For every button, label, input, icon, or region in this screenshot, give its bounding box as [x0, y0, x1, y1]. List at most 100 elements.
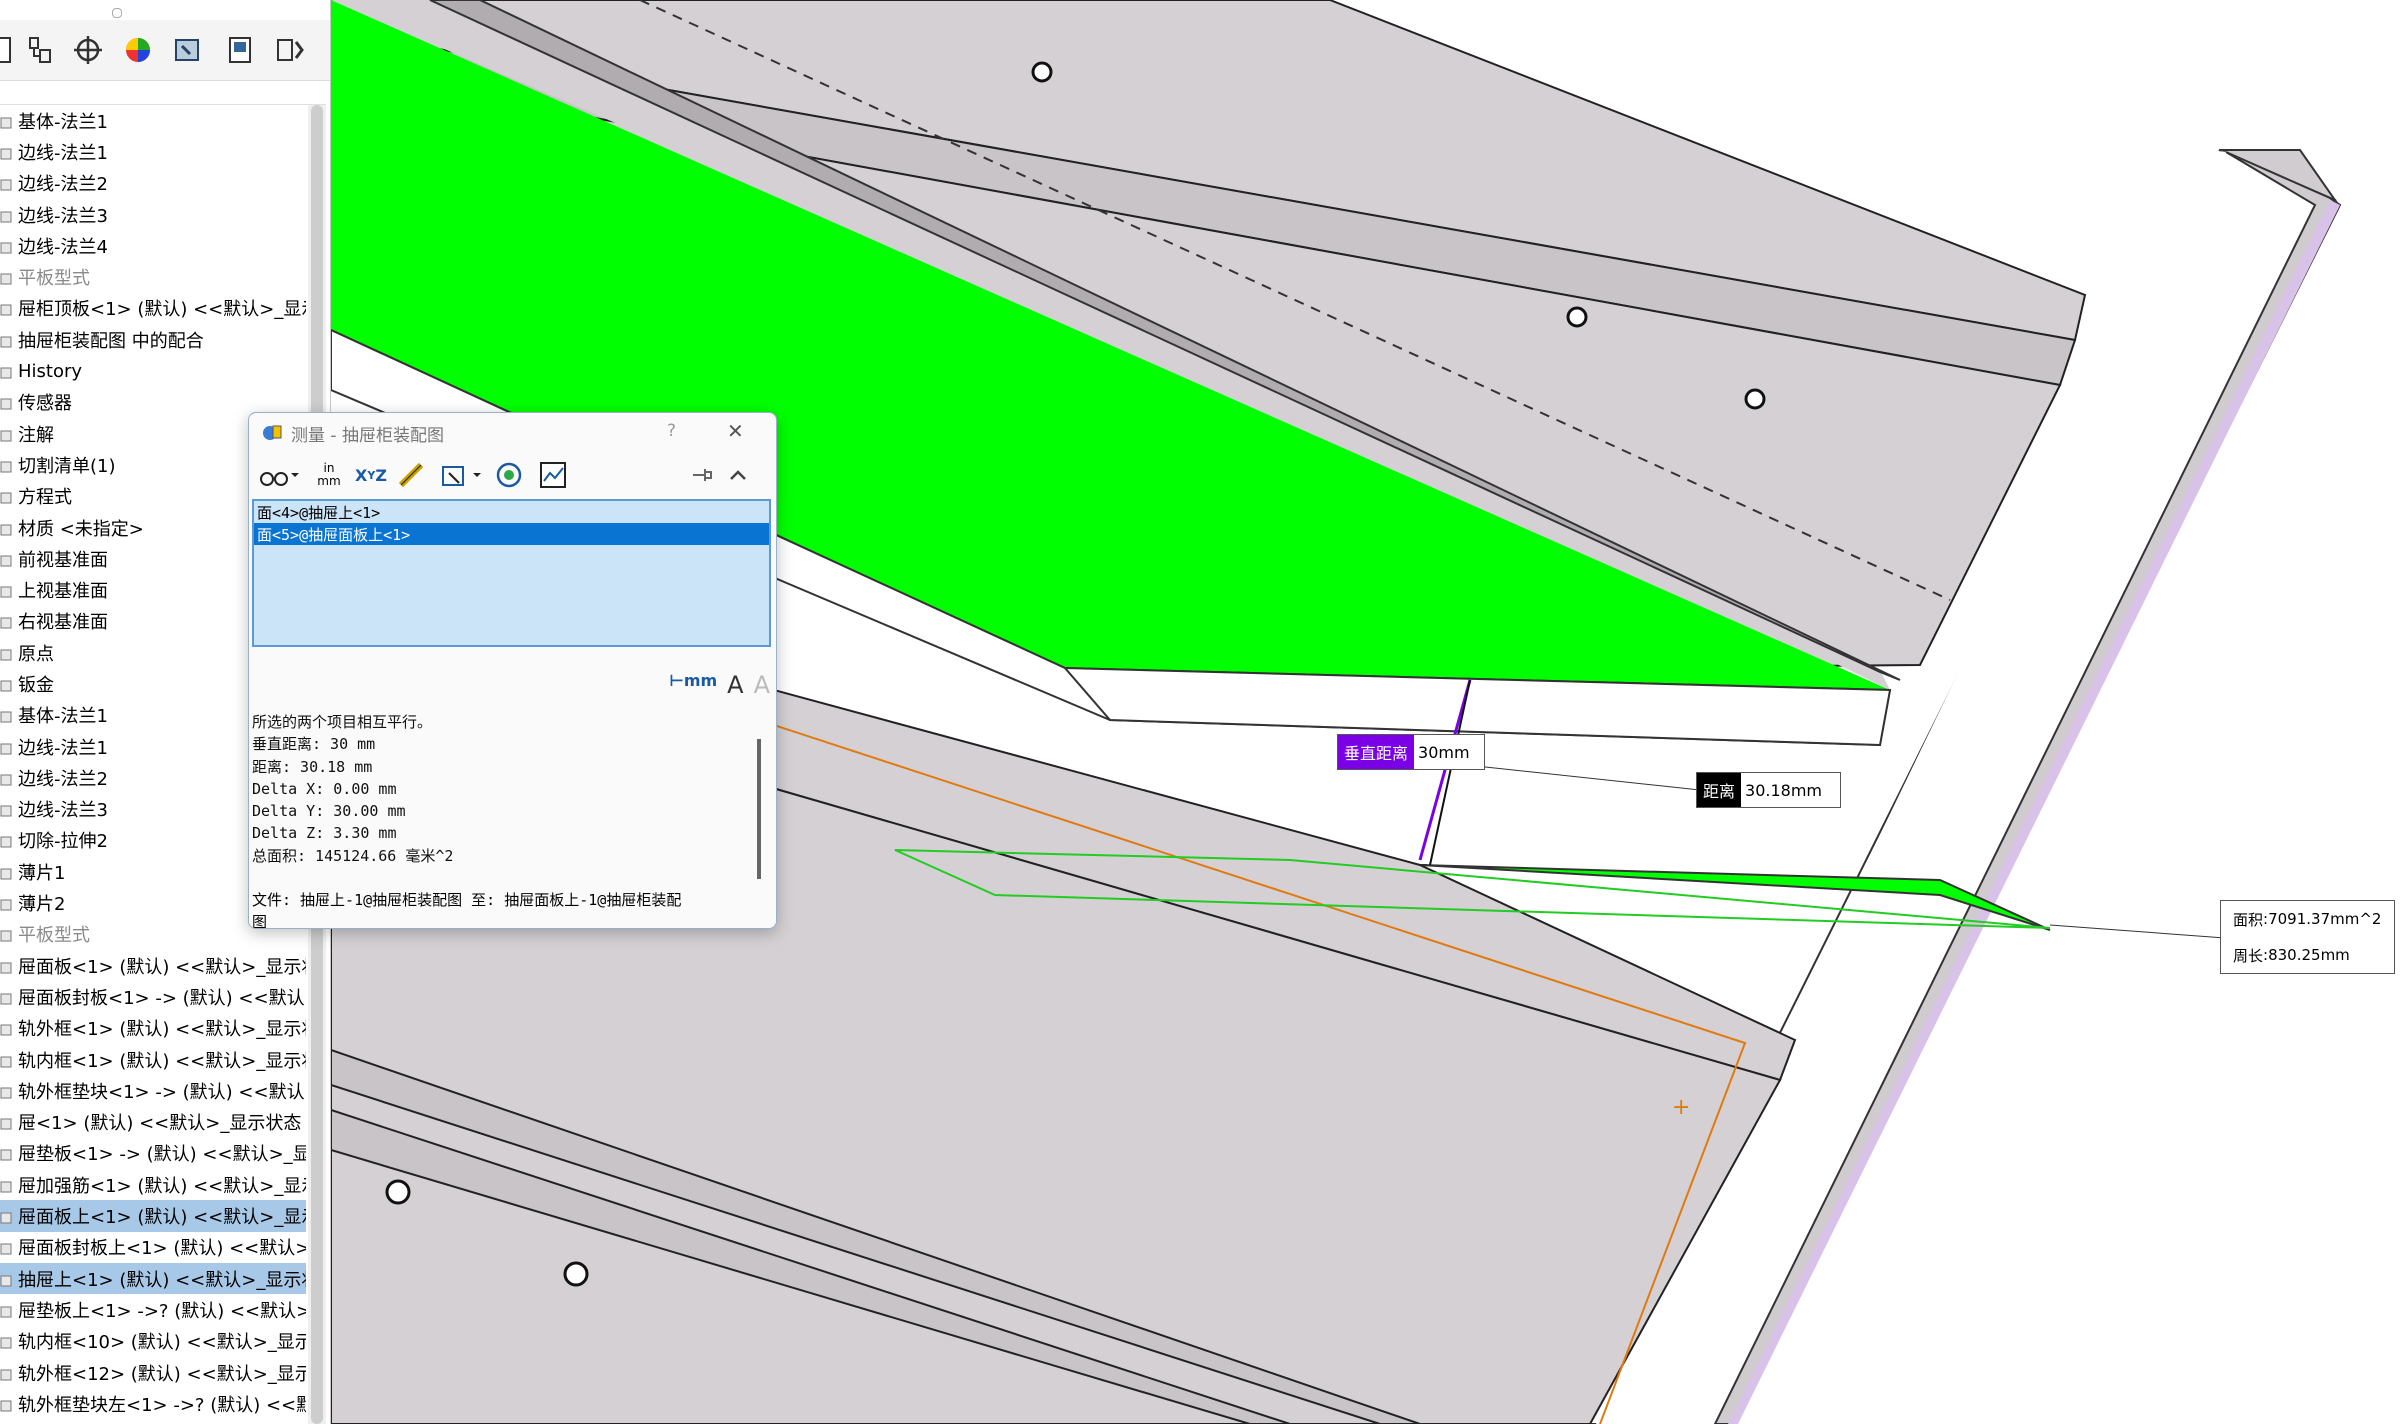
area-label: 面积: [2233, 910, 2264, 929]
point-to-point-icon[interactable]: [393, 459, 429, 491]
tree-item-label: 轨内框<10> (默认) <<默认>_显示状态: [18, 1332, 306, 1354]
feature-icon: [0, 1146, 14, 1161]
normal-distance-callout[interactable]: 垂直距离 30mm: [1337, 734, 1485, 770]
feature-icon: [0, 646, 14, 661]
dialog-titlebar[interactable]: 测量 - 抽屉柜装配图 ? ✕: [249, 413, 776, 453]
selection-item[interactable]: 面<4>@抽屉上<1>: [254, 501, 769, 523]
tree-item-label: 方程式: [18, 487, 72, 509]
tree-item-label: 上视基准面: [18, 581, 108, 603]
cam-icon[interactable]: [218, 28, 262, 72]
tree-item-label: History: [18, 360, 83, 382]
tree-item[interactable]: 边线-法兰2: [0, 168, 306, 199]
projection-on-icon[interactable]: [437, 459, 487, 491]
feature-icon: [0, 896, 14, 911]
text-size-icon[interactable]: A: [727, 671, 743, 703]
feature-icon: [0, 990, 14, 1005]
xyz-measure-icon[interactable]: XYZ: [353, 459, 389, 491]
footer-file-cont: 图: [252, 913, 268, 929]
tree-item[interactable]: 屉面板封板上<1> (默认) <<默认>_显: [0, 1232, 306, 1263]
measure-dialog[interactable]: 测量 - 抽屉柜装配图 ? ✕ in mm XYZ 面<4>@抽屉上<1> 面<…: [248, 412, 777, 929]
collapse-icon[interactable]: [723, 459, 753, 491]
more-icon[interactable]: [268, 28, 312, 72]
units-mm-label: mm: [317, 474, 341, 488]
footer-file: 文件: 抽屉上-1@抽屉柜装配图 至: 抽屉面板上-1@抽屉柜装配: [252, 891, 682, 909]
tree-item[interactable]: 边线-法兰1: [0, 136, 306, 167]
tree-item[interactable]: 屉面板封板<1> -> (默认) <<默认>_显: [0, 981, 306, 1012]
feature-icon: [0, 301, 14, 316]
tree-item-label: 屉加强筋<1> (默认) <<默认>_显示状态: [18, 1175, 306, 1197]
tree-item[interactable]: 屉垫板<1> -> (默认) <<默认>_显示状: [0, 1138, 306, 1169]
dimension-icon[interactable]: ⊢mm: [669, 671, 717, 703]
tree-item-label: 边线-法兰3: [18, 800, 108, 822]
feature-manager-toolbar: [0, 20, 330, 81]
tree-item-label: 轨外框<1> (默认) <<默认>_显示状态: [18, 1019, 306, 1041]
tree-item[interactable]: 轨外框垫块左<1> ->? (默认) <<默认>: [0, 1388, 306, 1419]
feature-icon: [0, 614, 14, 629]
tree-item-label: 平板型式: [18, 925, 90, 947]
feature-icon: [0, 364, 14, 379]
feature-icon: [0, 1115, 14, 1130]
tree-item-label: 屉<1> (默认) <<默认>_显示状态 1>: [18, 1113, 306, 1135]
feature-icon: [0, 552, 14, 567]
display-manager-icon[interactable]: [116, 28, 160, 72]
tree-item-label: 边线-法兰2: [18, 768, 108, 790]
feature-icon: [0, 427, 14, 442]
selection-list[interactable]: 面<4>@抽屉上<1> 面<5>@抽屉面板上<1>: [252, 499, 771, 647]
units-precision-button[interactable]: in mm: [311, 459, 347, 491]
panel-grip[interactable]: [112, 8, 122, 18]
tree-item[interactable]: 抽屉上<1> (默认) <<默认>_显示状态: [0, 1262, 306, 1295]
arc-circle-measurements-icon[interactable]: [257, 459, 301, 491]
selection-item-active[interactable]: 面<5>@抽屉面板上<1>: [254, 523, 769, 545]
tree-item[interactable]: 平板型式: [0, 261, 306, 292]
tree-item[interactable]: 轨外框垫块<1> -> (默认) <<默认>_显: [0, 1075, 306, 1106]
feature-icon: [0, 740, 14, 755]
tree-item[interactable]: 屉面板上<1> (默认) <<默认>_显示状态: [0, 1200, 306, 1232]
normal-distance-value: 30mm: [1418, 742, 1470, 762]
tree-item-label: 基体-法兰1: [18, 706, 108, 728]
tree-item[interactable]: 基体-法兰1: [0, 105, 306, 136]
tree-item-label: 屉垫板<1> -> (默认) <<默认>_显示状: [18, 1144, 306, 1166]
tree-item-label: 右视基准面: [18, 612, 108, 634]
tree-item[interactable]: History: [0, 355, 306, 386]
measure-history-icon[interactable]: [491, 459, 527, 491]
pin-icon[interactable]: [687, 459, 717, 491]
tree-item[interactable]: 轨外框<12> (默认) <<默认>_显示状态: [0, 1357, 306, 1388]
feature-icon: [0, 771, 14, 786]
tree-item[interactable]: 屉<1> (默认) <<默认>_显示状态 1>: [0, 1107, 306, 1138]
distance-callout[interactable]: 距离 30.18mm: [1696, 772, 1841, 808]
tree-item[interactable]: 屉柜顶板<1> (默认) <<默认>_显示状态: [0, 293, 306, 324]
help-button[interactable]: ?: [667, 421, 676, 441]
sensor-icon[interactable]: [535, 459, 571, 491]
tree-item[interactable]: 抽屉柜装配图 中的配合: [0, 324, 306, 355]
configuration-manager-icon[interactable]: [18, 28, 62, 72]
tree-item-label: 边线-法兰1: [18, 142, 108, 164]
tree-item-label: 屉面板<1> (默认) <<默认>_显示状态: [18, 956, 306, 978]
tree-item[interactable]: 屉面板<1> (默认) <<默认>_显示状态: [0, 950, 306, 981]
feature-icon: [0, 1272, 14, 1287]
feature-icon: [0, 927, 14, 942]
tree-item[interactable]: 轨内框<1> (默认) <<默认>_显示状态: [0, 1044, 306, 1075]
feature-icon: [0, 1240, 14, 1255]
text-size-small-icon[interactable]: A: [754, 671, 770, 703]
tree-item[interactable]: 屉加强筋<1> (默认) <<默认>_显示状态: [0, 1169, 306, 1200]
appearance-icon[interactable]: [166, 28, 210, 72]
result-line: 所选的两个项目相互平行。: [252, 713, 433, 731]
tree-item[interactable]: 轨外框<1> (默认) <<默认>_显示状态: [0, 1013, 306, 1044]
tree-item[interactable]: 轨内框<10> (默认) <<默认>_显示状态: [0, 1326, 306, 1357]
feature-icon: [0, 458, 14, 473]
tree-item[interactable]: 屉垫板上<1> ->? (默认) <<默认>_显: [0, 1294, 306, 1325]
results-scrollbar[interactable]: [757, 739, 761, 879]
feature-icon: [0, 521, 14, 535]
tree-item-label: 传感器: [18, 393, 72, 415]
tree-filter-bar[interactable]: [0, 82, 326, 105]
result-tools: ⊢mm A A: [669, 671, 770, 703]
tree-item-label: 边线-法兰2: [18, 174, 108, 196]
tree-item-label: 钣金: [18, 674, 54, 696]
dimxpert-icon[interactable]: [66, 28, 110, 72]
feature-icon: [0, 176, 14, 191]
tree-item[interactable]: 边线-法兰4: [0, 230, 306, 261]
hole: [1744, 388, 1766, 410]
area-callout[interactable]: 面积:7091.37mm^2 周长:830.25mm: [2220, 900, 2395, 974]
close-button[interactable]: ✕: [727, 419, 744, 443]
tree-item[interactable]: 边线-法兰3: [0, 199, 306, 230]
